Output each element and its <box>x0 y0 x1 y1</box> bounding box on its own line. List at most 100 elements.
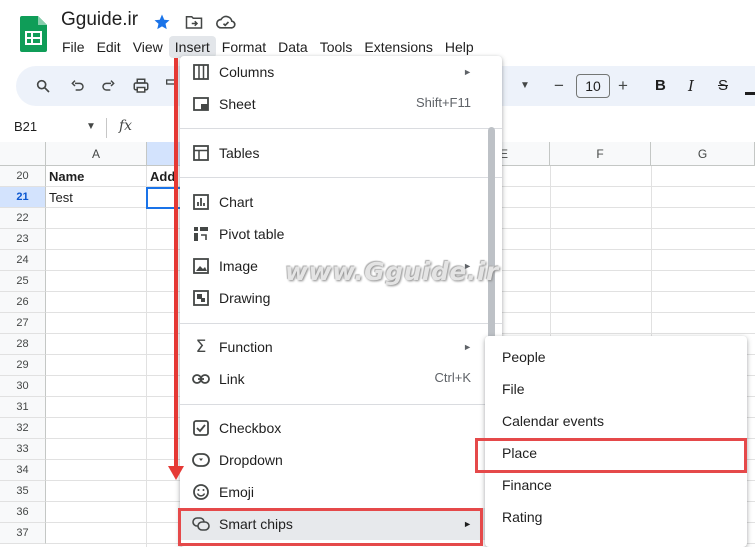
column-header-e[interactable]: E <box>500 142 550 166</box>
menu-item-columns[interactable]: Columns ► <box>180 56 502 88</box>
formula-bar-divider <box>106 118 107 138</box>
annotation-arrow-line <box>174 58 178 470</box>
sigma-icon: Σ <box>195 337 207 357</box>
font-dropdown-arrow-icon[interactable]: ▼ <box>520 75 530 97</box>
row-header-37[interactable]: 37 <box>0 523 46 544</box>
submenu-item-people[interactable]: People <box>485 341 747 373</box>
font-size-input[interactable]: 10 <box>576 74 610 98</box>
annotation-arrow-head <box>168 466 184 480</box>
print-icon[interactable] <box>131 76 151 96</box>
row-header-22[interactable]: 22 <box>0 208 46 229</box>
shortcut-text: Shift+F11 <box>415 95 471 110</box>
row-header-30[interactable]: 30 <box>0 376 46 397</box>
menu-item-label: Sheet <box>219 96 256 112</box>
cell-a21[interactable]: Test <box>49 187 73 208</box>
row-header-27[interactable]: 27 <box>0 313 46 334</box>
menu-item-label: Emoji <box>219 484 255 500</box>
menu-edit[interactable]: Edit <box>91 36 127 58</box>
text-color-icon[interactable] <box>745 80 755 96</box>
italic-button[interactable]: I <box>688 75 694 97</box>
row-header-36[interactable]: 36 <box>0 502 46 523</box>
menu-insert[interactable]: Insert <box>168 36 216 58</box>
menu-divider <box>180 404 502 405</box>
cell-a20[interactable]: Name <box>49 166 84 187</box>
pivot-table-icon <box>192 225 210 243</box>
image-icon <box>192 257 210 275</box>
menu-item-label: Drawing <box>219 290 271 306</box>
menu-item-emoji[interactable]: Emoji <box>180 476 502 508</box>
column-header-a[interactable]: A <box>46 142 147 166</box>
menu-format[interactable]: Format <box>216 36 272 58</box>
menu-item-link[interactable]: Link Ctrl+K <box>180 363 502 395</box>
submenu-item-calendar-events[interactable]: Calendar events <box>485 405 747 437</box>
strikethrough-button[interactable]: S <box>718 75 728 97</box>
menu-tools[interactable]: Tools <box>314 36 359 58</box>
fx-icon: fx <box>119 118 133 134</box>
submenu-item-file[interactable]: File <box>485 373 747 405</box>
row-header-23[interactable]: 23 <box>0 229 46 250</box>
bold-button[interactable]: B <box>655 75 666 97</box>
row-header-20[interactable]: 20 <box>0 166 46 187</box>
row-header-25[interactable]: 25 <box>0 271 46 292</box>
menu-item-pivot-table[interactable]: Pivot table <box>180 218 502 250</box>
paint-format-icon[interactable] <box>162 76 182 96</box>
annotation-highlight-place <box>475 438 747 473</box>
row-header-33[interactable]: 33 <box>0 439 46 460</box>
sheet-icon <box>192 95 210 113</box>
name-box-dropdown-icon[interactable]: ▼ <box>86 121 96 132</box>
menu-item-label: Function <box>219 339 273 355</box>
menubar: File Edit View Insert Format Data Tools … <box>56 36 480 58</box>
row-header-24[interactable]: 24 <box>0 250 46 271</box>
menu-item-checkbox[interactable]: Checkbox <box>180 412 502 444</box>
menu-file[interactable]: File <box>56 36 91 58</box>
menu-item-tables[interactable]: Tables <box>180 137 502 169</box>
row-header-28[interactable]: 28 <box>0 334 46 355</box>
menu-divider <box>180 177 502 178</box>
menu-extensions[interactable]: Extensions <box>358 36 438 58</box>
drawing-icon <box>192 289 210 307</box>
menu-item-drawing[interactable]: Drawing <box>180 282 502 314</box>
cloud-status-icon[interactable] <box>216 12 236 32</box>
menu-item-label: Dropdown <box>219 452 283 468</box>
name-box[interactable]: B21 <box>14 119 37 134</box>
move-folder-icon[interactable] <box>184 12 204 32</box>
column-header-f[interactable]: F <box>550 142 651 166</box>
row-header-35[interactable]: 35 <box>0 481 46 502</box>
star-icon[interactable] <box>152 12 172 32</box>
row-header-32[interactable]: 32 <box>0 418 46 439</box>
column-header-g[interactable]: G <box>651 142 755 166</box>
redo-icon[interactable] <box>99 76 119 96</box>
submenu-item-label: Finance <box>502 477 552 493</box>
menu-item-sheet[interactable]: Sheet Shift+F11 <box>180 88 502 120</box>
watermark: www.Gguide.ir <box>285 257 499 286</box>
submenu-item-finance[interactable]: Finance <box>485 469 747 501</box>
menu-item-chart[interactable]: Chart <box>180 186 502 218</box>
shortcut-text: Ctrl+K <box>434 370 471 385</box>
menu-help[interactable]: Help <box>439 36 480 58</box>
menu-item-function[interactable]: Σ Function ► <box>180 331 502 363</box>
row-header-26[interactable]: 26 <box>0 292 46 313</box>
row-header-34[interactable]: 34 <box>0 460 46 481</box>
row-header-21[interactable]: 21 <box>0 187 46 208</box>
menu-view[interactable]: View <box>127 36 169 58</box>
increase-font-size-button[interactable]: + <box>618 75 628 97</box>
row-header-31[interactable]: 31 <box>0 397 46 418</box>
submenu-item-label: File <box>502 381 525 397</box>
menu-item-label: Image <box>219 258 258 274</box>
submenu-item-label: Calendar events <box>502 413 604 429</box>
select-all-corner[interactable] <box>0 142 46 166</box>
document-title[interactable]: Gguide.ir <box>61 9 138 31</box>
menu-item-label: Chart <box>219 194 254 210</box>
menu-item-dropdown[interactable]: Dropdown <box>180 444 502 476</box>
cell-b20[interactable]: Add <box>150 166 175 187</box>
search-icon[interactable] <box>33 76 53 96</box>
submenu-item-label: Rating <box>502 509 543 525</box>
row-header-29[interactable]: 29 <box>0 355 46 376</box>
decrease-font-size-button[interactable]: − <box>554 75 564 97</box>
menu-item-label: Pivot table <box>219 226 285 242</box>
undo-icon[interactable] <box>67 76 87 96</box>
menu-data[interactable]: Data <box>272 36 314 58</box>
sheets-logo-icon[interactable] <box>20 16 47 52</box>
submenu-item-rating[interactable]: Rating <box>485 501 747 533</box>
dropdown-icon <box>192 451 210 469</box>
